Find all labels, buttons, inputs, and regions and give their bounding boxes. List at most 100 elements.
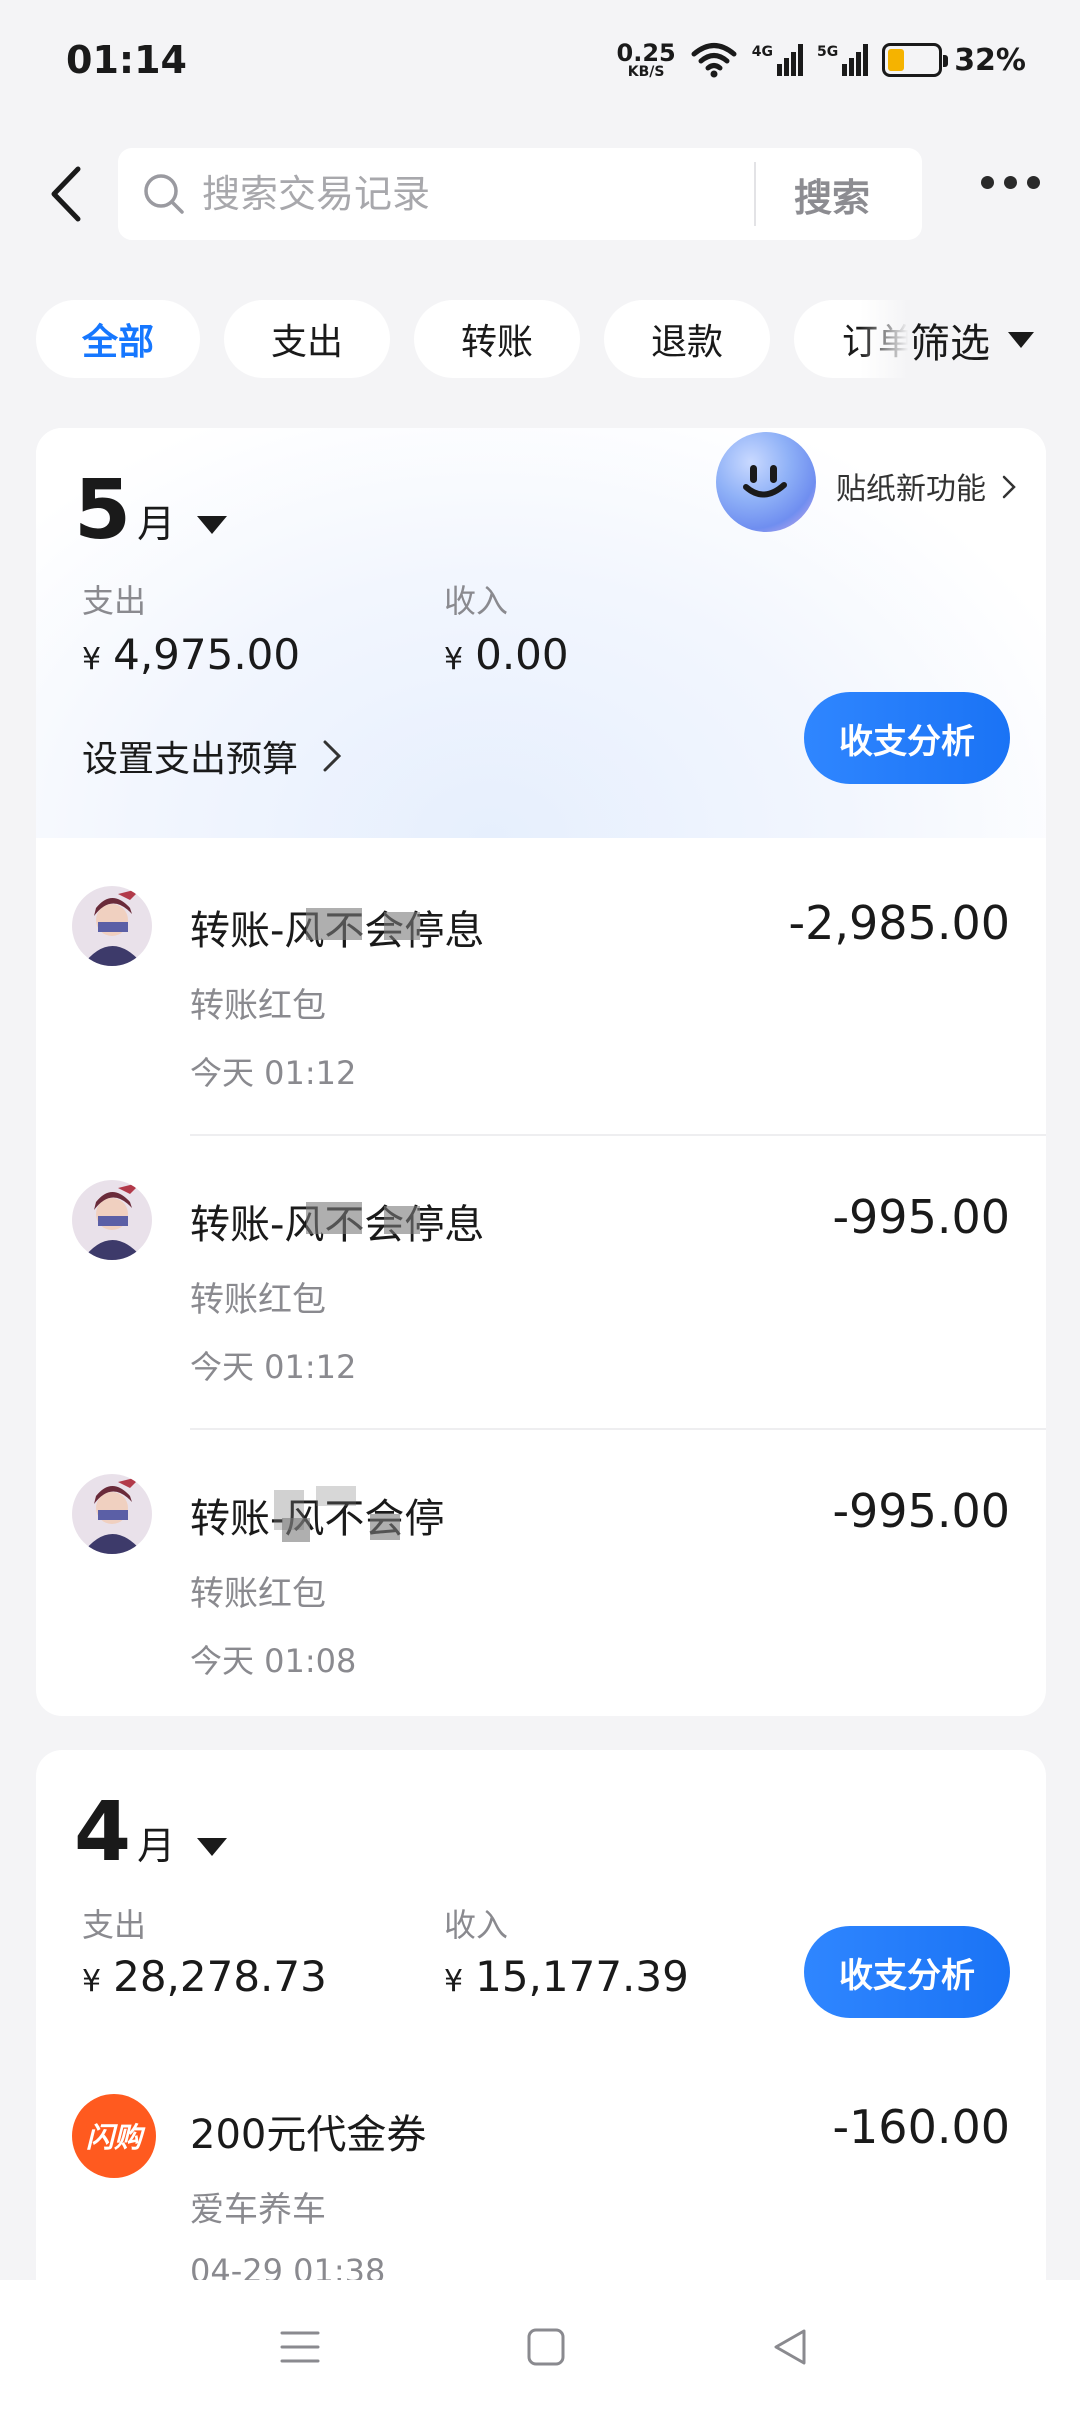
redaction-blur <box>370 1514 400 1540</box>
more-dot-icon <box>981 176 994 189</box>
header: 搜索 <box>0 148 1080 240</box>
signal-5g-icon: 5G <box>816 44 869 76</box>
set-budget-label: 设置支出预算 <box>82 739 299 780</box>
status-icons: 0.25 KB/S 4G 5G 32% <box>617 41 1027 79</box>
income-label: 收入 <box>444 1906 509 1944</box>
wifi-icon <box>691 43 737 78</box>
status-bar: 01:14 0.25 KB/S 4G 5G 32% <box>0 0 1080 120</box>
signal-4g-icon: 4G <box>752 44 803 76</box>
transaction-category: 转账红包 <box>190 986 326 1026</box>
month-number: 5 <box>74 463 132 558</box>
expense-label: 支出 <box>82 1906 147 1944</box>
month-selector[interactable]: 5 月 <box>74 463 228 558</box>
network-speed: 0.25 KB/S <box>617 41 676 79</box>
income-label: 收入 <box>444 582 509 620</box>
chevron-right-icon <box>323 740 342 772</box>
set-budget-link[interactable]: 设置支出预算 <box>82 730 342 782</box>
nav-home-button[interactable] <box>516 2322 576 2372</box>
status-time: 01:14 <box>66 38 187 82</box>
transaction-amount: -995.00 <box>832 1190 1010 1244</box>
month-number: 4 <box>74 1785 132 1880</box>
transaction-time: 今天 01:12 <box>190 1348 357 1386</box>
transaction-amount: -160.00 <box>832 2100 1010 2154</box>
income-amount: 15,177.39 <box>475 1952 689 2001</box>
redaction-blur <box>384 1206 420 1234</box>
back-triangle-icon <box>774 2329 806 2365</box>
redaction-blur <box>316 1486 356 1506</box>
income-amount: 0.00 <box>475 630 569 679</box>
filter-bar: 全部 支出 转账 退款 订单 筛选 <box>0 300 1080 380</box>
currency-symbol: ¥ <box>444 1964 464 1999</box>
search-divider <box>754 162 756 226</box>
income-expense-analysis-button[interactable]: 收支分析 <box>804 692 1010 784</box>
avatar <box>72 886 152 966</box>
transaction-row[interactable]: 转账-风不会停 转账红包 今天 01:08 -995.00 <box>36 1434 1046 1716</box>
back-button[interactable] <box>36 162 96 226</box>
search-icon <box>144 174 184 214</box>
month-unit: 月 <box>137 502 176 546</box>
redaction-blur <box>282 1518 310 1542</box>
transaction-time: 今天 01:08 <box>190 1642 357 1680</box>
filter-label: 筛选 <box>910 321 990 367</box>
transaction-title: 200元代金券 <box>190 2112 427 2158</box>
network-speed-value: 0.25 <box>616 39 676 67</box>
income-value: ¥0.00 <box>444 630 569 679</box>
redaction-blur <box>306 908 362 940</box>
transaction-category: 爱车养车 <box>190 2190 326 2230</box>
sticker-face-icon[interactable] <box>716 432 816 532</box>
caret-down-icon <box>1008 332 1034 348</box>
redaction-blur <box>384 912 420 940</box>
income-expense-analysis-button[interactable]: 收支分析 <box>804 1926 1010 2018</box>
divider <box>190 1134 1046 1136</box>
nav-menu-button[interactable] <box>270 2322 330 2372</box>
currency-symbol: ¥ <box>82 642 102 677</box>
avatar <box>72 1180 152 1260</box>
chevron-right-icon <box>1002 475 1016 499</box>
home-square-icon <box>527 2328 565 2366</box>
income-value: ¥15,177.39 <box>444 1952 689 2001</box>
chevron-left-icon <box>51 166 81 222</box>
more-dot-icon <box>1027 176 1040 189</box>
transaction-category: 转账红包 <box>190 1280 326 1320</box>
expense-value: ¥28,278.73 <box>82 1952 327 2001</box>
sticker-feature-label: 贴纸新功能 <box>836 472 986 507</box>
currency-symbol: ¥ <box>82 1964 102 1999</box>
transaction-category: 转账红包 <box>190 1574 326 1614</box>
caret-down-icon <box>197 516 228 534</box>
month-unit: 月 <box>137 1824 176 1868</box>
shangou-logo-text: 闪购 <box>85 2121 142 2154</box>
sticker-feature-link[interactable]: 贴纸新功能 <box>836 464 1016 508</box>
signal-4g-label: 4G <box>751 44 773 60</box>
search-input[interactable] <box>202 172 742 216</box>
nav-back-button[interactable] <box>760 2322 820 2372</box>
caret-down-icon <box>197 1838 228 1856</box>
more-options-button[interactable] <box>981 176 1040 189</box>
month-selector[interactable]: 4 月 <box>74 1785 228 1880</box>
search-box[interactable]: 搜索 <box>118 148 922 240</box>
filter-fade: 筛选 <box>860 300 1080 380</box>
currency-symbol: ¥ <box>444 642 464 677</box>
menu-icon <box>280 2331 320 2363</box>
transaction-amount: -995.00 <box>832 1484 1010 1538</box>
filter-chip-transfer[interactable]: 转账 <box>414 300 580 378</box>
system-nav-bar <box>0 2280 1080 2414</box>
divider <box>190 1428 1046 1430</box>
filter-button[interactable]: 筛选 <box>910 311 1034 369</box>
network-speed-unit: KB/S <box>627 64 665 80</box>
transaction-row[interactable]: 转账-风不会停息 转账红包 今天 01:12 -2,985.00 <box>36 846 1046 1136</box>
filter-chip-all[interactable]: 全部 <box>36 300 200 378</box>
transaction-row[interactable]: 转账-风不会停息 转账红包 今天 01:12 -995.00 <box>36 1140 1046 1430</box>
search-button[interactable]: 搜索 <box>794 167 870 222</box>
shangou-logo: 闪购 <box>72 2094 156 2178</box>
battery-percent: 32% <box>954 42 1026 78</box>
month-card-may: 5 月 支出 ¥4,975.00 收入 ¥0.00 设置支出预算 收支分析 转账… <box>36 428 1046 1716</box>
expense-label: 支出 <box>82 582 147 620</box>
expense-amount: 28,278.73 <box>113 1952 327 2001</box>
signal-5g-label: 5G <box>816 44 839 60</box>
transaction-amount: -2,985.00 <box>788 896 1010 950</box>
battery-icon: 32% <box>882 43 1026 78</box>
expense-amount: 4,975.00 <box>113 630 301 679</box>
avatar <box>72 1474 152 1554</box>
filter-chip-refund[interactable]: 退款 <box>604 300 770 378</box>
filter-chip-expense[interactable]: 支出 <box>224 300 390 378</box>
